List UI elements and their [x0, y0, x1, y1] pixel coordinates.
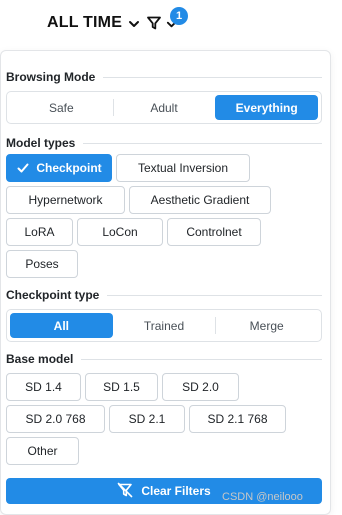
chip-sd-1-5[interactable]: SD 1.5	[85, 373, 158, 401]
divider	[81, 358, 322, 360]
chip-textual-inversion[interactable]: Textual Inversion	[116, 154, 250, 182]
browsing-mode-segmented-control: Safe Adult Everything	[6, 91, 322, 124]
watermark: CSDN @neilooo	[222, 491, 303, 503]
chip-sd-2-0[interactable]: SD 2.0	[162, 373, 239, 401]
chip-sd-1-4[interactable]: SD 1.4	[6, 373, 81, 401]
top-bar: ALL TIME 1	[0, 0, 342, 48]
chip-sd-2-1[interactable]: SD 2.1	[109, 405, 185, 433]
chip-controlnet[interactable]: Controlnet	[167, 218, 261, 246]
chip-poses[interactable]: Poses	[6, 250, 78, 278]
checkpoint-type-all[interactable]: All	[10, 313, 113, 338]
filter-off-icon	[117, 482, 133, 501]
chip-sd-2-1-768[interactable]: SD 2.1 768	[189, 405, 286, 433]
chip-aesthetic-gradient[interactable]: Aesthetic Gradient	[129, 186, 271, 214]
divider	[107, 294, 322, 296]
checkpoint-type-segmented-control: All Trained Merge	[6, 309, 322, 342]
model-types-section: Model types	[6, 136, 322, 150]
chip-sd-2-0-768[interactable]: SD 2.0 768	[6, 405, 105, 433]
divider	[83, 142, 322, 144]
section-title: Model types	[6, 136, 76, 150]
divider	[103, 76, 322, 78]
chip-hypernetwork[interactable]: Hypernetwork	[6, 186, 125, 214]
chevron-down-icon	[128, 17, 140, 29]
browsing-mode-everything[interactable]: Everything	[215, 95, 319, 120]
check-icon	[16, 161, 30, 175]
browsing-mode-safe[interactable]: Safe	[10, 95, 113, 120]
filter-icon	[146, 15, 162, 36]
clear-filters-label: Clear Filters	[141, 484, 211, 498]
chip-label: Checkpoint	[36, 161, 102, 175]
browsing-mode-section: Browsing Mode	[6, 70, 322, 84]
base-model-section: Base model	[6, 352, 322, 366]
chip-lora[interactable]: LoRA	[6, 218, 73, 246]
section-title: Browsing Mode	[6, 70, 96, 84]
sort-label: ALL TIME	[47, 14, 123, 31]
checkpoint-type-trained[interactable]: Trained	[113, 313, 216, 338]
checkpoint-type-merge[interactable]: Merge	[215, 313, 318, 338]
filter-count-badge: 1	[170, 7, 188, 25]
chip-other[interactable]: Other	[6, 437, 79, 465]
section-title: Base model	[6, 352, 74, 366]
sort-dropdown[interactable]: ALL TIME	[47, 14, 140, 32]
checkpoint-type-section: Checkpoint type	[6, 288, 322, 302]
section-title: Checkpoint type	[6, 288, 100, 302]
browsing-mode-adult[interactable]: Adult	[112, 95, 216, 120]
chip-locon[interactable]: LoCon	[77, 218, 163, 246]
chip-checkpoint[interactable]: Checkpoint	[6, 154, 112, 182]
